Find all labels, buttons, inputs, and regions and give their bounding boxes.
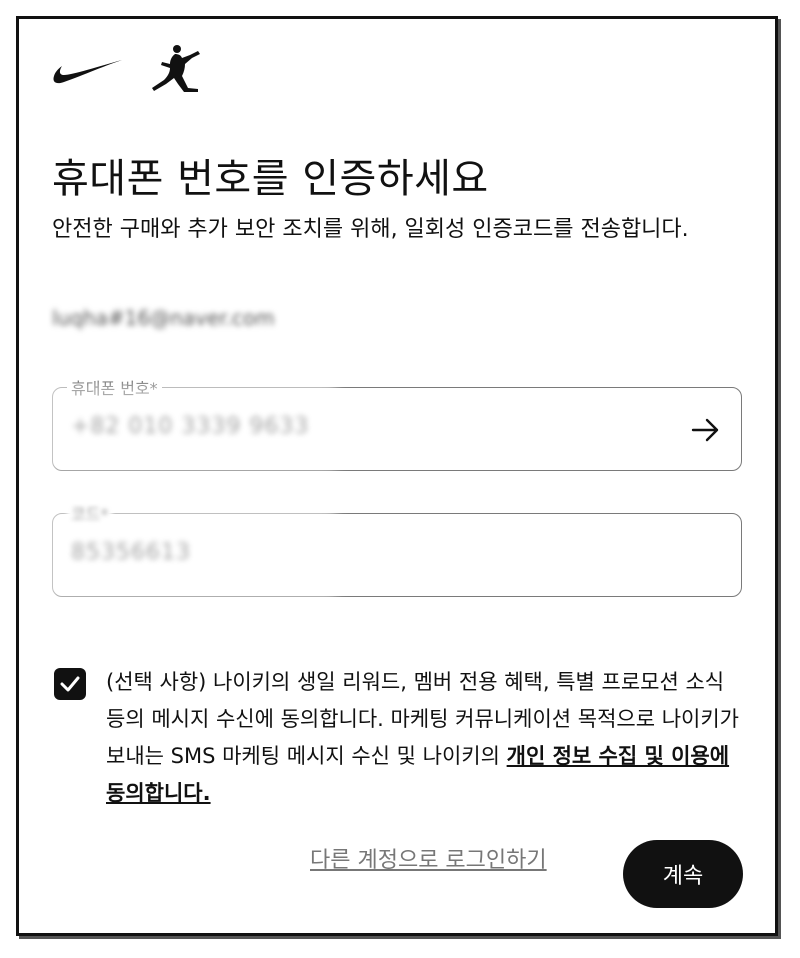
account-email: luqha#16@naver.com [52, 306, 275, 330]
code-field-label: 코드* [67, 501, 113, 525]
consent-checkbox[interactable] [54, 668, 86, 700]
arrow-right-icon[interactable] [691, 416, 721, 444]
code-field[interactable]: 코드* 85356613 [52, 501, 742, 597]
phone-field[interactable]: 휴대폰 번호* +82 010 3339 9633 [52, 375, 742, 471]
code-input[interactable]: 85356613 [71, 540, 191, 565]
phone-input[interactable]: +82 010 3339 9633 [71, 414, 309, 439]
nike-swoosh-icon [53, 60, 122, 84]
phone-field-label: 휴대폰 번호* [67, 375, 162, 399]
continue-button[interactable]: 계속 [623, 840, 743, 908]
checkmark-icon [60, 676, 80, 692]
page-title: 휴대폰 번호를 인증하세요 [52, 156, 489, 202]
jordan-jumpman-icon [152, 45, 200, 92]
page-subtitle: 안전한 구매와 추가 보안 조치를 위해, 일회성 인증코드를 전송합니다. [52, 217, 689, 242]
consent-text: (선택 사항) 나이키의 생일 리워드, 멤버 전용 혜택, 특별 프로모션 소… [106, 664, 746, 812]
alt-login-link[interactable]: 다른 계정으로 로그인하기 [310, 842, 547, 874]
